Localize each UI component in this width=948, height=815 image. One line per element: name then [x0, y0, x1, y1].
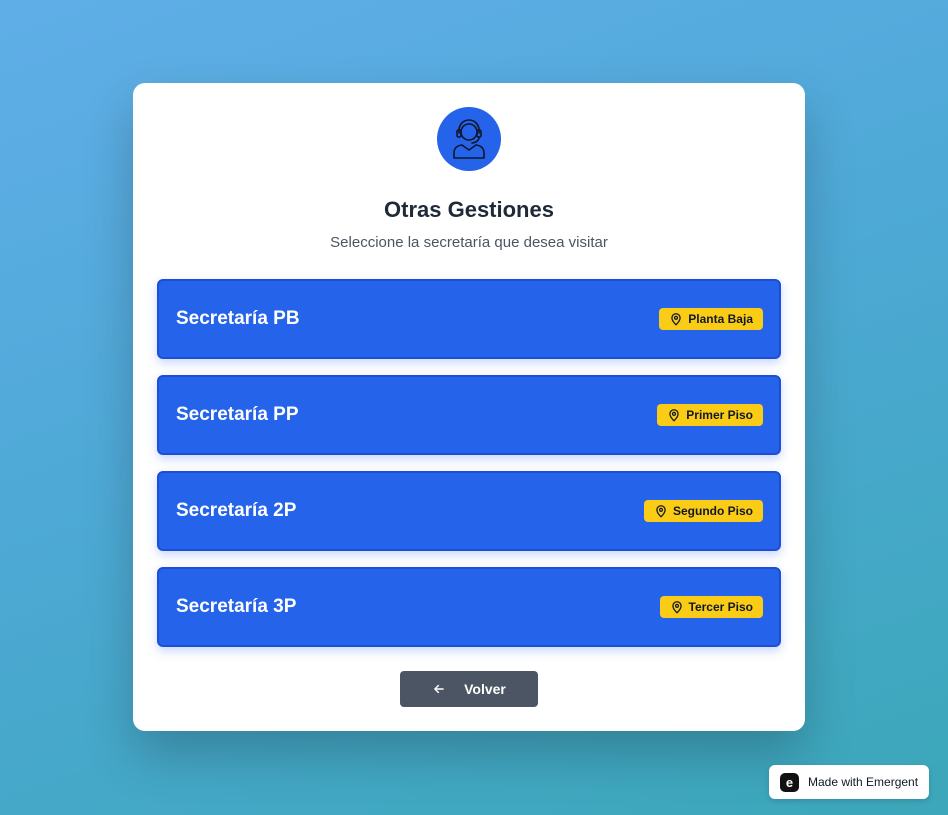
floor-badge: Planta Baja: [659, 308, 763, 330]
support-agent-icon: [437, 107, 501, 171]
floor-badge-label: Segundo Piso: [672, 504, 753, 518]
option-label: Secretaría PP: [176, 404, 299, 425]
secretary-option-pp[interactable]: Secretaría PP Primer Piso: [157, 375, 781, 455]
map-pin-icon: [656, 505, 666, 518]
secretary-option-2p[interactable]: Secretaría 2P Segundo Piso: [157, 471, 781, 551]
map-pin-icon: [669, 409, 680, 422]
back-button-label: Volver: [464, 681, 506, 697]
emergent-logo-icon: e: [780, 772, 799, 792]
floor-badge: Primer Piso: [657, 404, 763, 426]
map-pin-icon: [671, 601, 682, 614]
option-label: Secretaría 2P: [176, 500, 297, 521]
made-with-label: Made with Emergent: [808, 775, 919, 789]
page-subtitle: Seleccione la secretaría que desea visit…: [330, 234, 608, 251]
main-card: Otras Gestiones Seleccione la secretaría…: [133, 83, 805, 731]
floor-badge-label: Tercer Piso: [688, 600, 753, 614]
floor-badge: Tercer Piso: [659, 596, 763, 618]
option-label: Secretaría PB: [176, 308, 300, 329]
secretary-list: Secretaría PB Planta Baja Secretaría PP …: [157, 279, 781, 663]
secretary-option-pb[interactable]: Secretaría PB Planta Baja: [157, 279, 781, 359]
map-pin-icon: [671, 313, 682, 326]
page-title: Otras Gestiones: [384, 197, 554, 222]
made-with-emergent-badge[interactable]: e Made with Emergent: [769, 765, 929, 799]
floor-badge: Segundo Piso: [643, 500, 763, 522]
floor-badge-label: Planta Baja: [688, 312, 753, 326]
back-button[interactable]: Volver: [400, 671, 538, 707]
arrow-left-icon: [434, 684, 444, 694]
option-label: Secretaría 3P: [176, 596, 297, 617]
secretary-option-3p[interactable]: Secretaría 3P Tercer Piso: [157, 567, 781, 647]
floor-badge-label: Primer Piso: [686, 408, 753, 422]
